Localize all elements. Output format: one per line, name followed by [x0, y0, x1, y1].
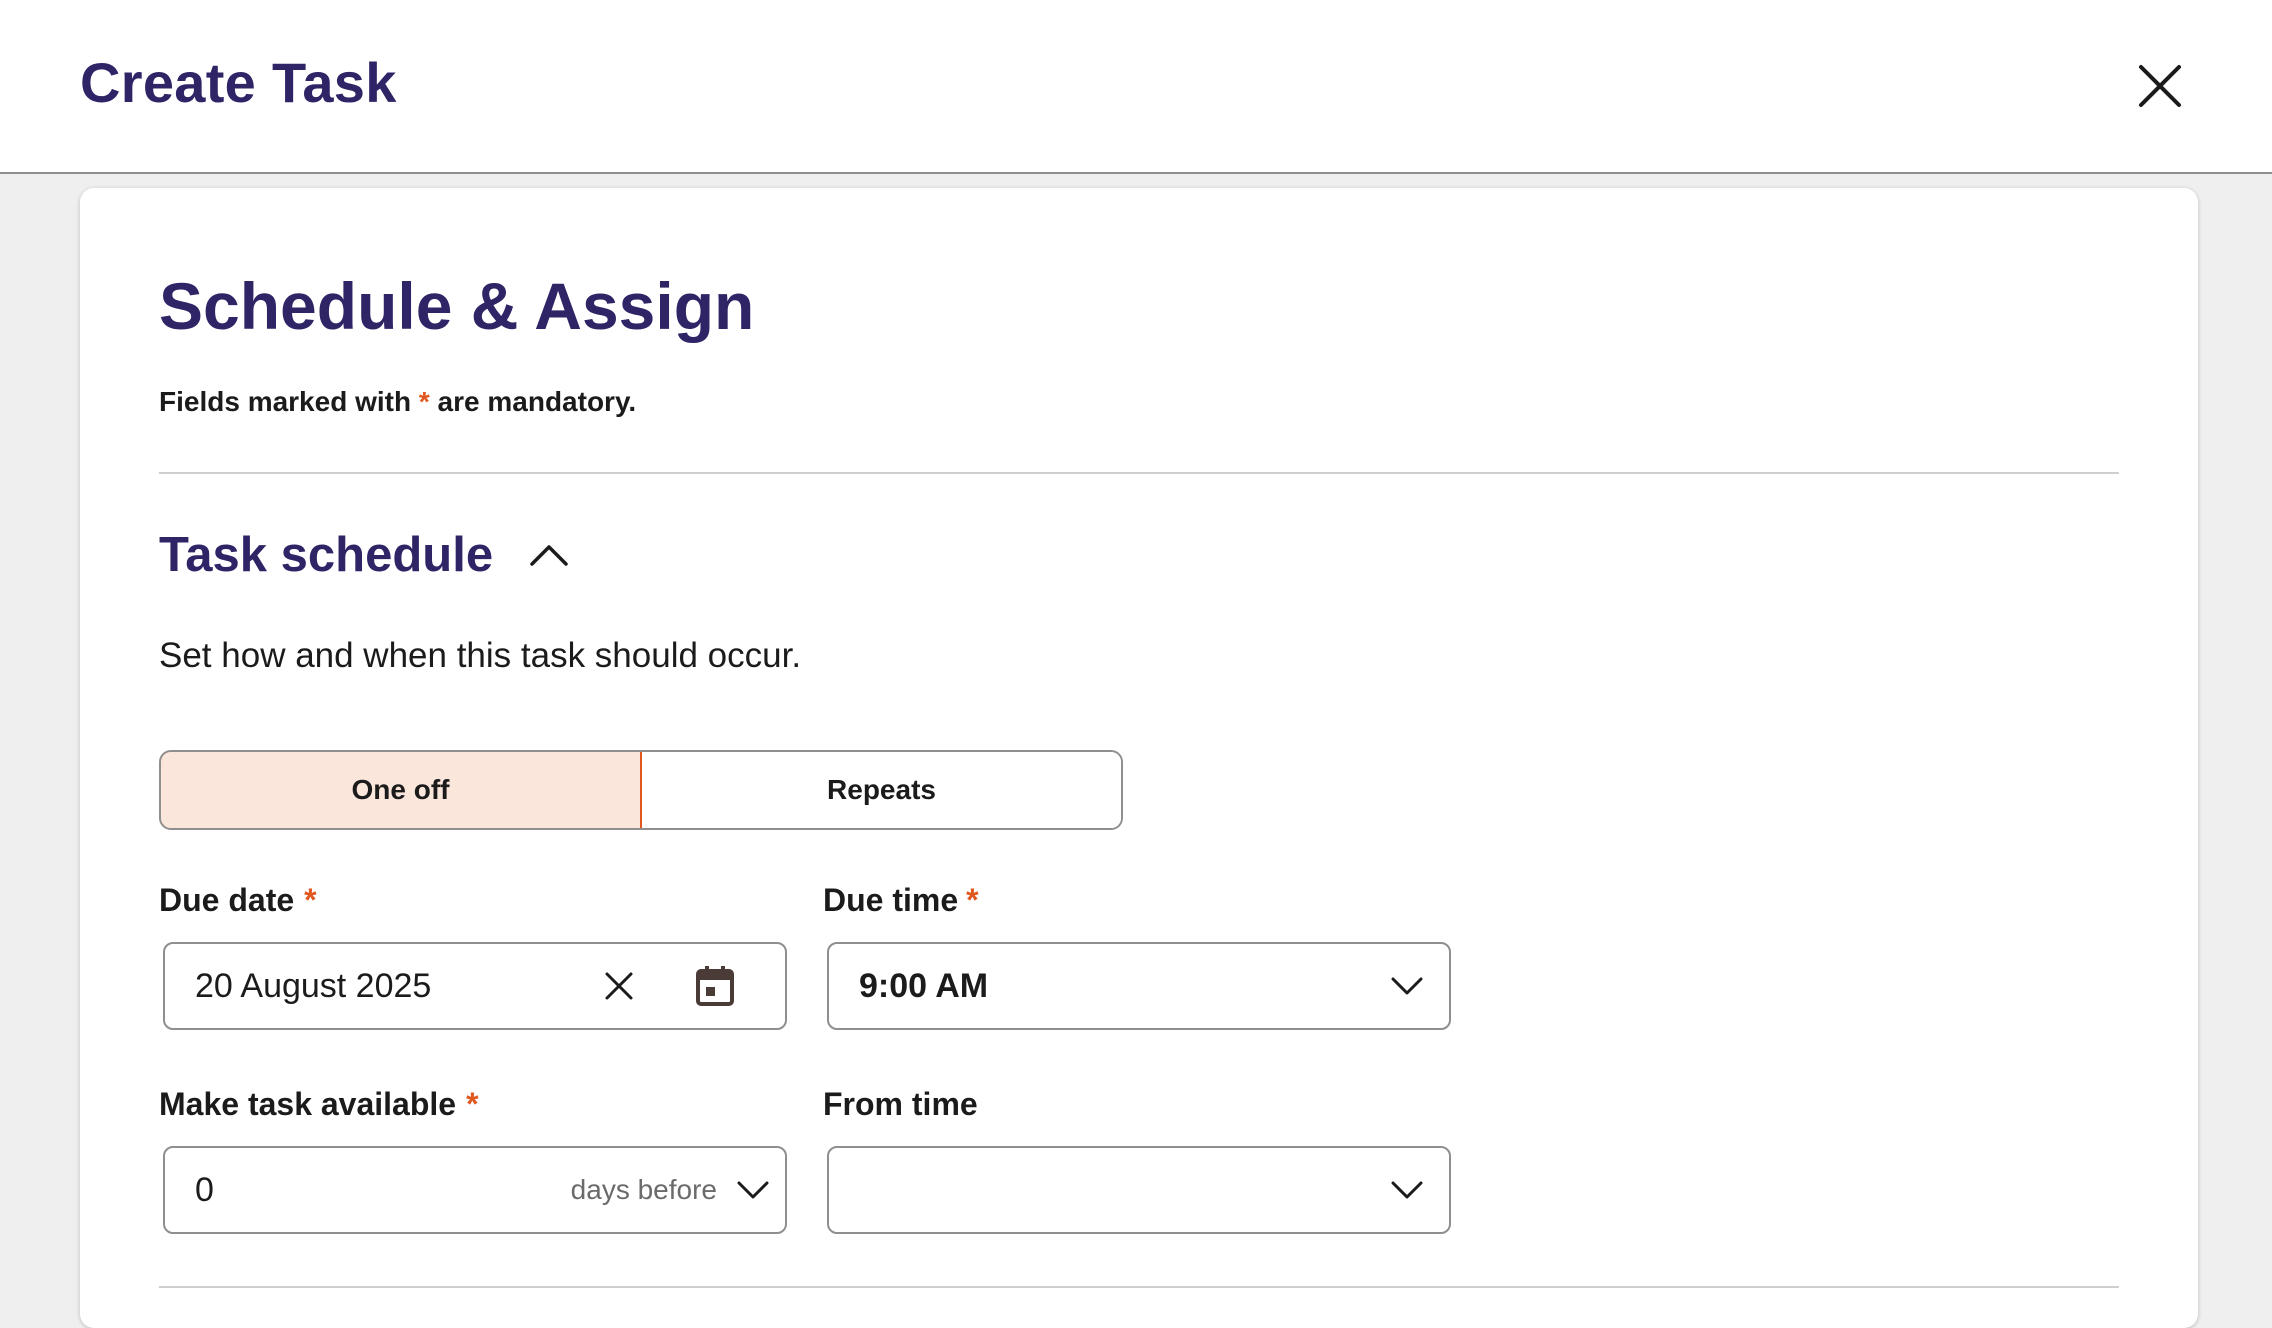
chevron-down-icon	[1391, 1181, 1423, 1199]
mandatory-note: Fields marked with * are mandatory.	[159, 386, 636, 418]
due-date-field[interactable]: 20 August 2025	[163, 942, 787, 1030]
from-time-label: From time	[823, 1086, 978, 1123]
mandatory-prefix: Fields marked with	[159, 386, 419, 417]
days-before-value: 0	[195, 1170, 214, 1209]
from-time-dropdown[interactable]	[1389, 1172, 1425, 1208]
chevron-down-icon	[737, 1181, 769, 1199]
section-divider	[159, 472, 2119, 474]
due-time-value: 9:00 AM	[859, 966, 989, 1005]
task-schedule-toggle[interactable]: Task schedule	[159, 525, 569, 585]
section-divider	[159, 1286, 2119, 1288]
from-time-select[interactable]	[827, 1146, 1451, 1234]
chevron-down-icon	[1391, 977, 1423, 995]
section-description: Set how and when this task should occur.	[159, 636, 802, 675]
section-title: Task schedule	[159, 528, 494, 582]
days-before-unit: days before	[570, 1174, 717, 1205]
calendar-button[interactable]	[685, 956, 745, 1016]
required-star: *	[418, 386, 430, 417]
option-one-off[interactable]: One off	[161, 752, 642, 828]
clear-icon	[605, 972, 633, 1000]
chevron-up-icon	[530, 545, 568, 566]
make-available-label: Make task available *	[159, 1086, 479, 1123]
frequency-toggle: One off Repeats	[159, 750, 1123, 830]
required-star: *	[966, 882, 979, 918]
due-date-label-text: Due date	[159, 882, 295, 918]
page-heading: Schedule & Assign	[159, 269, 755, 343]
due-time-dropdown[interactable]	[1389, 968, 1425, 1004]
due-time-select[interactable]: 9:00 AM	[827, 942, 1451, 1030]
modal-title: Create Task	[80, 51, 397, 114]
from-time-label-text: From time	[823, 1086, 978, 1122]
clear-date-button[interactable]	[595, 962, 643, 1010]
mandatory-suffix: are mandatory.	[429, 386, 637, 417]
required-star: *	[304, 882, 317, 918]
due-date-value: 20 August 2025	[195, 966, 432, 1005]
option-repeats[interactable]: Repeats	[642, 752, 1121, 828]
close-button[interactable]	[2128, 54, 2192, 118]
required-star: *	[466, 1086, 479, 1122]
make-available-label-text: Make task available	[159, 1086, 457, 1122]
days-before-dropdown[interactable]	[735, 1172, 771, 1208]
due-time-label-text: Due time	[823, 882, 959, 918]
modal-header: Create Task	[0, 0, 2272, 174]
days-before-field[interactable]: 0 days before	[163, 1146, 787, 1234]
due-time-label: Due time *	[823, 882, 979, 919]
close-icon	[2139, 65, 2181, 107]
due-date-label: Due date *	[159, 882, 317, 919]
calendar-icon	[696, 966, 734, 1006]
